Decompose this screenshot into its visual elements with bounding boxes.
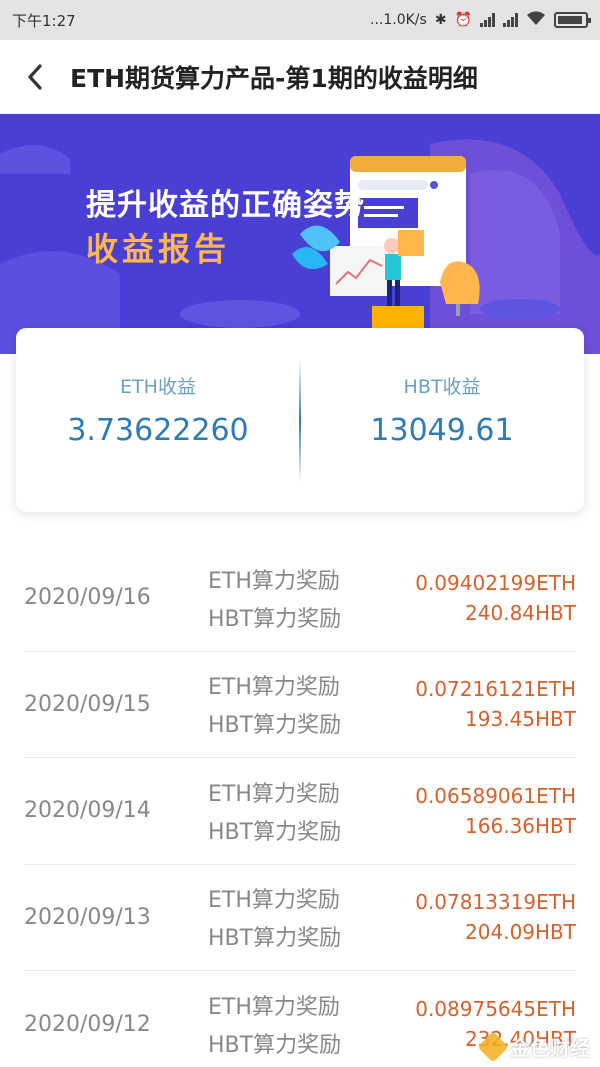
watermark: 金色财经 bbox=[477, 1030, 590, 1063]
eth-reward-label: ETH算力奖励 bbox=[208, 568, 340, 594]
hbt-reward-label: HBT算力奖励 bbox=[208, 819, 342, 845]
eth-reward-value: 0.07813319ETH bbox=[415, 890, 576, 915]
chevron-left-icon bbox=[28, 63, 42, 90]
row-date: 2020/09/15 bbox=[24, 691, 151, 717]
eth-summary-label: ETH收益 bbox=[120, 376, 196, 398]
hbt-reward-value: 166.36HBT bbox=[465, 813, 576, 838]
eth-reward-label: ETH算力奖励 bbox=[208, 675, 340, 701]
status-time: 下午1:27 bbox=[12, 11, 76, 30]
row-date: 2020/09/13 bbox=[24, 904, 151, 930]
earnings-summary-card: ETH收益 3.73622260 HBT收益 13049.61 bbox=[16, 328, 584, 512]
watermark-logo-icon bbox=[477, 1030, 509, 1063]
row-date: 2020/09/16 bbox=[24, 585, 151, 611]
banner-subheadline: 收益报告 bbox=[86, 230, 231, 268]
banner-headline: 提升收益的正确姿势 bbox=[86, 188, 365, 223]
list-item: 2020/09/16 ETH算力奖励 HBT算力奖励 0.09402199ETH… bbox=[24, 545, 576, 652]
alarm-icon: ⏰ bbox=[454, 12, 472, 28]
eth-reward-value: 0.09402199ETH bbox=[415, 570, 576, 595]
hbt-reward-label: HBT算力奖励 bbox=[208, 606, 342, 632]
row-labels: ETH算力奖励 HBT算力奖励 bbox=[208, 882, 368, 952]
eth-reward-label: ETH算力奖励 bbox=[208, 995, 340, 1021]
eth-reward-label: ETH算力奖励 bbox=[208, 888, 340, 914]
hbt-reward-label: HBT算力奖励 bbox=[208, 713, 342, 739]
row-values: 0.07216121ETH 193.45HBT bbox=[368, 677, 576, 731]
row-labels: ETH算力奖励 HBT算力奖励 bbox=[208, 776, 368, 846]
row-values: 0.06589061ETH 166.36HBT bbox=[368, 784, 576, 838]
row-values: 0.07813319ETH 204.09HBT bbox=[368, 890, 576, 944]
nav-header: ETH期货算力产品-第1期的收益明细 bbox=[0, 40, 600, 114]
watermark-text: 金色财经 bbox=[510, 1036, 590, 1060]
battery-icon bbox=[554, 12, 591, 28]
page-title: ETH期货算力产品-第1期的收益明细 bbox=[70, 63, 478, 93]
row-date: 2020/09/12 bbox=[24, 1011, 151, 1037]
list-item: 2020/09/13 ETH算力奖励 HBT算力奖励 0.07813319ETH… bbox=[24, 865, 576, 971]
eth-summary: ETH收益 3.73622260 bbox=[16, 328, 300, 512]
signal-icon-2 bbox=[503, 13, 518, 27]
wifi-icon bbox=[526, 10, 546, 30]
row-date: 2020/09/14 bbox=[24, 798, 151, 824]
hbt-summary-value: 13049.61 bbox=[370, 413, 514, 448]
row-values: 0.09402199ETH 240.84HBT bbox=[368, 571, 576, 625]
eth-reward-value: 0.06589061ETH bbox=[415, 783, 576, 808]
list-item: 2020/09/15 ETH算力奖励 HBT算力奖励 0.07216121ETH… bbox=[24, 652, 576, 758]
hbt-reward-value: 240.84HBT bbox=[465, 600, 576, 625]
status-icons: ...1.0K/s ✱ ⏰ bbox=[370, 10, 591, 30]
row-labels: ETH算力奖励 HBT算力奖励 bbox=[208, 563, 368, 633]
list-item: 2020/09/14 ETH算力奖励 HBT算力奖励 0.06589061ETH… bbox=[24, 758, 576, 865]
status-bar: 下午1:27 ...1.0K/s ✱ ⏰ bbox=[0, 0, 600, 40]
earnings-list: 2020/09/16 ETH算力奖励 HBT算力奖励 0.09402199ETH… bbox=[24, 545, 576, 1067]
signal-icon bbox=[480, 13, 495, 27]
hbt-reward-label: HBT算力奖励 bbox=[208, 926, 342, 952]
eth-reward-value: 0.07216121ETH bbox=[415, 677, 576, 702]
promo-banner: 提升收益的正确姿势 收益报告 bbox=[0, 114, 600, 354]
row-labels: ETH算力奖励 HBT算力奖励 bbox=[208, 669, 368, 739]
hbt-reward-value: 193.45HBT bbox=[465, 707, 576, 732]
row-labels: ETH算力奖励 HBT算力奖励 bbox=[208, 989, 368, 1059]
bluetooth-icon: ✱ bbox=[434, 12, 447, 28]
eth-reward-value: 0.08975645ETH bbox=[415, 997, 576, 1022]
summary-divider bbox=[299, 360, 301, 482]
hbt-summary-label: HBT收益 bbox=[403, 376, 481, 398]
eth-reward-label: ETH算力奖励 bbox=[208, 781, 340, 807]
hbt-summary: HBT收益 13049.61 bbox=[300, 328, 584, 512]
eth-summary-value: 3.73622260 bbox=[67, 413, 249, 448]
hbt-reward-label: HBT算力奖励 bbox=[208, 1033, 342, 1059]
network-speed: ...1.0K/s bbox=[370, 12, 427, 28]
hbt-reward-value: 204.09HBT bbox=[465, 920, 576, 945]
back-button[interactable] bbox=[0, 40, 70, 114]
